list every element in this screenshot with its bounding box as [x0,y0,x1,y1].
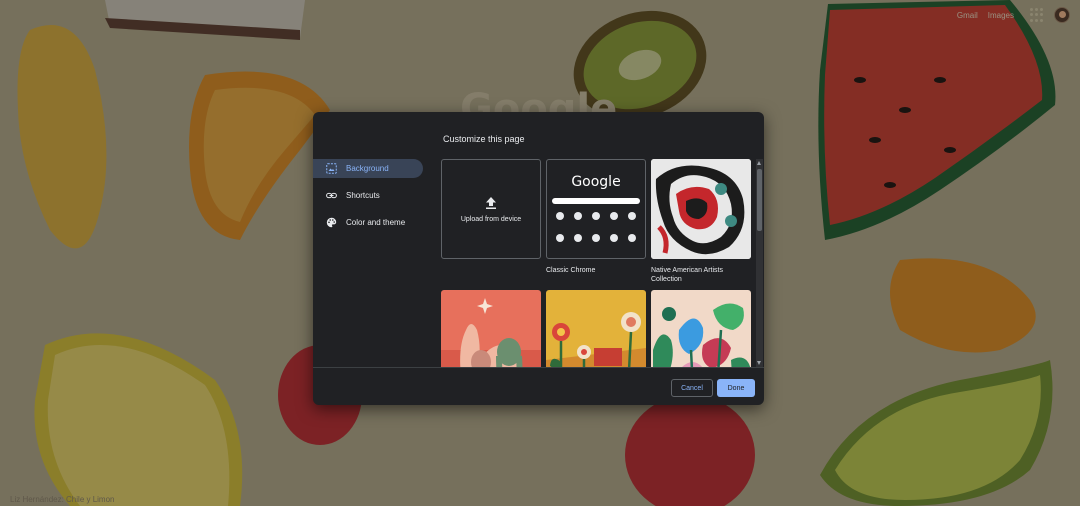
background-attribution[interactable]: Liz Hernández: Chile y Limon [10,495,115,504]
image-icon [326,163,337,174]
scroll-down-arrow-icon[interactable] [757,361,761,365]
dialog-title: Customize this page [443,134,525,144]
cancel-button[interactable]: Cancel [671,379,713,397]
nav-item-background[interactable]: Background [313,159,423,178]
nav-label-color-and-theme: Color and theme [346,218,406,227]
link-icon [326,190,337,201]
artwork-tile-botanical[interactable] [651,290,751,367]
classic-shortcut-dots [556,212,636,242]
apps-grid-icon[interactable] [1030,8,1044,22]
artwork-thumbnail-women [441,290,541,367]
customize-dialog: Customize this page Background Shortcuts [313,112,764,405]
formline-art-thumbnail [651,159,751,259]
artwork-thumbnail-flowers [546,290,646,367]
done-button[interactable]: Done [717,379,755,397]
upload-label: Upload from device [460,215,522,223]
gmail-link[interactable]: Gmail [957,11,978,20]
nav-item-color-and-theme[interactable]: Color and theme [313,213,423,232]
scroll-up-arrow-icon[interactable] [757,161,761,165]
classic-chrome-caption: Classic Chrome [546,267,596,274]
scroll-thumb[interactable] [757,169,762,231]
artwork-thumbnail-botanical [651,290,751,367]
classic-searchbar [552,198,640,204]
artwork-tile-women[interactable] [441,290,541,367]
classic-chrome-tile[interactable]: Google [546,159,646,259]
classic-google-logo: Google [571,174,621,190]
nav-item-shortcuts[interactable]: Shortcuts [313,186,423,205]
palette-icon [326,217,337,228]
images-link[interactable]: Images [988,11,1014,20]
customize-nav: Background Shortcuts Color and theme [313,159,423,240]
account-avatar[interactable] [1054,7,1070,23]
native-american-artists-caption: Native American Artists Collection [651,267,723,283]
upload-from-device-tile[interactable]: Upload from device [441,159,541,259]
grid-scrollbar[interactable] [756,159,763,367]
background-options-grid: Upload from device Google Classic Chrome… [441,159,756,367]
native-american-artists-tile[interactable] [651,159,751,259]
artwork-tile-flowers[interactable] [546,290,646,367]
upload-icon [486,196,496,209]
top-bar: Gmail Images [957,6,1070,24]
nav-label-shortcuts: Shortcuts [346,191,380,200]
footer-divider [313,367,764,368]
nav-label-background: Background [346,164,389,173]
